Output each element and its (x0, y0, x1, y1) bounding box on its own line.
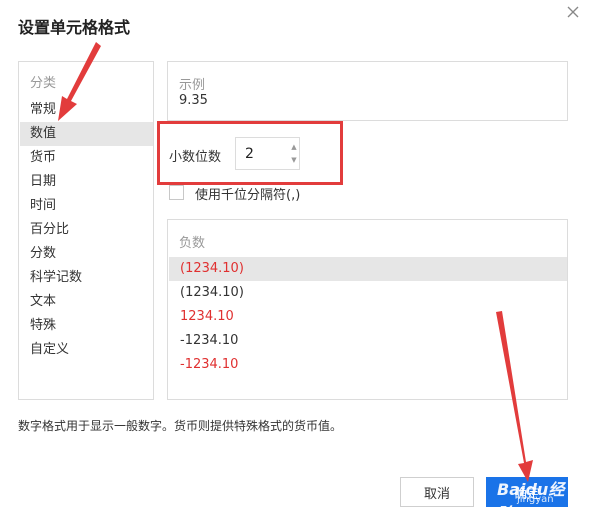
category-item-percentage[interactable]: 百分比 (20, 218, 153, 242)
thousand-separator-checkbox[interactable] (169, 185, 184, 200)
close-icon[interactable] (563, 2, 583, 22)
cancel-button[interactable]: 取消 (400, 477, 474, 507)
category-item-general[interactable]: 常规 (20, 98, 153, 122)
negative-option[interactable]: 1234.10 (169, 305, 567, 329)
sample-panel: 示例 9.35 (167, 61, 568, 121)
category-list: 分类 常规 数值 货币 日期 时间 百分比 分数 科学记数 文本 特殊 自定义 (18, 61, 154, 400)
dialog-title: 设置单元格格式 (18, 18, 131, 37)
category-item-number[interactable]: 数值 (20, 122, 153, 146)
format-description: 数字格式用于显示一般数字。货币则提供特殊格式的货币值。 (18, 419, 343, 433)
negative-option[interactable]: (1234.10) (169, 281, 567, 305)
category-item-time[interactable]: 时间 (20, 194, 153, 218)
category-item-currency[interactable]: 货币 (20, 146, 153, 170)
annotation-highlight-box (157, 121, 343, 185)
negative-option[interactable]: (1234.10) (169, 257, 567, 281)
negative-header: 负数 (179, 236, 206, 251)
baidu-watermark: Baidu经验 jingyan (477, 474, 573, 520)
sample-value: 9.35 (179, 93, 208, 108)
category-item-fraction[interactable]: 分数 (20, 242, 153, 266)
sample-header: 示例 (179, 78, 206, 93)
category-item-text[interactable]: 文本 (20, 290, 153, 314)
category-item-custom[interactable]: 自定义 (20, 338, 153, 362)
category-item-date[interactable]: 日期 (20, 170, 153, 194)
thousand-separator-label[interactable]: 使用千位分隔符(,) (195, 184, 300, 203)
category-item-special[interactable]: 特殊 (20, 314, 153, 338)
negative-option[interactable]: -1234.10 (169, 353, 567, 377)
negative-number-list: 负数 (1234.10) (1234.10) 1234.10 -1234.10 … (167, 219, 568, 400)
category-item-scientific[interactable]: 科学记数 (20, 266, 153, 290)
negative-option[interactable]: -1234.10 (169, 329, 567, 353)
category-header: 分类 (30, 76, 57, 91)
watermark-sub: jingyan (517, 494, 554, 505)
